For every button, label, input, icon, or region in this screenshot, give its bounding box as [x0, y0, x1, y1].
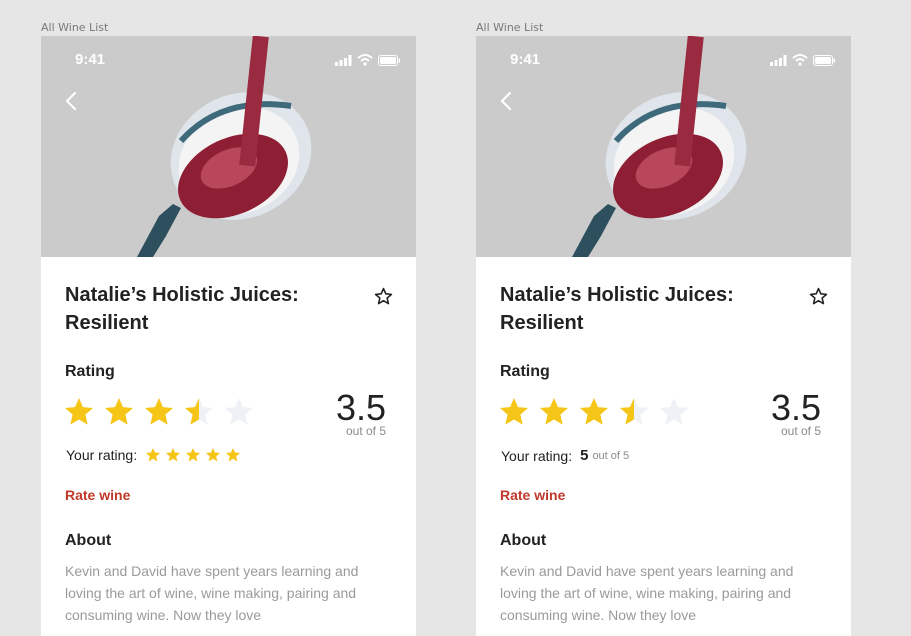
status-time: 9:41 — [510, 51, 541, 68]
star-filled-icon — [540, 398, 568, 425]
your-rating: Your rating: 5 out of 5 — [501, 447, 629, 464]
status-icons — [335, 54, 400, 66]
status-time: 9:41 — [75, 51, 106, 68]
battery-icon — [378, 54, 400, 66]
star-filled-icon[interactable] — [145, 447, 161, 463]
star-filled-icon — [65, 398, 93, 425]
star-outline-icon[interactable] — [809, 287, 828, 306]
battery-icon — [813, 54, 835, 66]
your-rating-value: 5 — [580, 447, 589, 464]
about-heading: About — [500, 532, 547, 549]
wine-title: Natalie’s Holistic Juices: Resilient — [500, 284, 734, 334]
about-text: Kevin and David have spent years learnin… — [65, 563, 359, 623]
frame-label: All Wine List — [476, 21, 544, 34]
your-rating: Your rating: — [66, 447, 241, 463]
star-filled-icon — [580, 398, 608, 425]
wine-detail-screen: 9:41 Natalie’s Holistic Juices: Resilien… — [476, 36, 851, 636]
star-filled-icon[interactable] — [205, 447, 221, 463]
hero-image: 9:41 — [476, 36, 851, 257]
star-filled-icon[interactable] — [165, 447, 181, 463]
star-outline-icon[interactable] — [374, 287, 393, 306]
your-rating-label: Your rating: — [66, 447, 138, 463]
your-rating-stars[interactable] — [145, 447, 241, 463]
star-filled-icon — [500, 398, 528, 425]
wine-glass-illustration — [572, 36, 747, 257]
star-half-icon — [620, 398, 648, 425]
your-rating-out-of: out of 5 — [592, 449, 630, 462]
star-filled-icon[interactable] — [225, 447, 241, 463]
rate-wine-link[interactable]: Rate wine — [65, 487, 130, 503]
rating-value: 3.5 — [335, 387, 386, 428]
hero-image: 9:41 — [41, 36, 416, 257]
wine-detail-screen: 9:41 Natalie’s Holistic Juices: Resilien… — [41, 36, 416, 636]
rating-heading: Rating — [65, 363, 115, 380]
about-heading: About — [65, 532, 112, 549]
star-half-icon — [185, 398, 213, 425]
about-text: Kevin and David have spent years learnin… — [500, 563, 794, 623]
rating-stars — [63, 396, 255, 428]
rating-score: 3.5 out of 5 — [770, 387, 821, 438]
star-filled-icon — [145, 398, 173, 425]
rating-stars — [498, 396, 690, 428]
frame-label: All Wine List — [41, 21, 109, 34]
wine-glass-illustration — [137, 36, 312, 257]
chevron-left-icon[interactable] — [496, 90, 518, 112]
star-filled-icon[interactable] — [185, 447, 201, 463]
rating-value: 3.5 — [770, 387, 821, 428]
signal-icon — [770, 54, 787, 66]
star-empty-icon — [225, 398, 253, 425]
wifi-icon — [357, 54, 373, 66]
chevron-left-icon[interactable] — [61, 90, 83, 112]
star-empty-icon — [660, 398, 688, 425]
your-rating-label: Your rating: — [501, 447, 573, 464]
signal-icon — [335, 54, 352, 66]
star-filled-icon — [105, 398, 133, 425]
rate-wine-link[interactable]: Rate wine — [500, 487, 565, 503]
status-icons — [770, 54, 835, 66]
wifi-icon — [792, 54, 808, 66]
rating-heading: Rating — [500, 363, 550, 380]
rating-score: 3.5 out of 5 — [335, 387, 386, 438]
wine-title: Natalie’s Holistic Juices: Resilient — [65, 284, 299, 334]
